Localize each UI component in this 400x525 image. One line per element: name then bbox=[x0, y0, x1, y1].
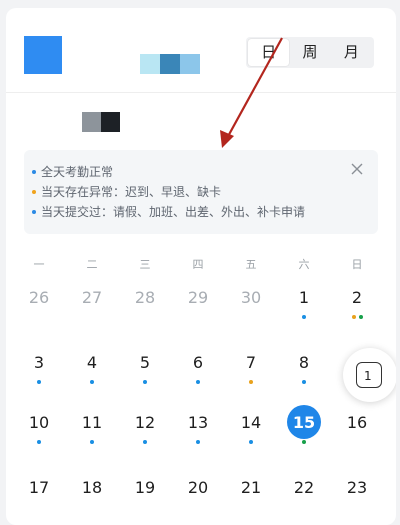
calendar-day-today[interactable]: 15 bbox=[284, 413, 324, 432]
calendar-day[interactable]: 21 bbox=[231, 478, 271, 497]
calendar-day[interactable]: 13 bbox=[178, 413, 218, 432]
calendar-day[interactable]: 5 bbox=[125, 353, 165, 372]
calendar-day[interactable]: 3 bbox=[19, 353, 59, 372]
calendar-day[interactable]: 17 bbox=[19, 478, 59, 497]
attendance-status-dot bbox=[196, 440, 200, 444]
attendance-status-dot bbox=[302, 315, 306, 319]
header-divider bbox=[6, 92, 396, 93]
calendar-day[interactable]: 7 bbox=[231, 353, 271, 372]
attendance-status-dot bbox=[90, 380, 94, 384]
calendar-day[interactable]: 2 bbox=[337, 288, 377, 307]
calendar-day[interactable]: 4 bbox=[72, 353, 112, 372]
calendar-day[interactable]: 10 bbox=[19, 413, 59, 432]
attendance-status-dot bbox=[302, 380, 306, 384]
attendance-status-dot bbox=[90, 440, 94, 444]
legend-text: 全天考勤正常 bbox=[41, 165, 114, 179]
attendance-status-dot bbox=[143, 380, 147, 384]
calendar-day[interactable]: 26 bbox=[19, 288, 59, 307]
view-month-button[interactable]: 月 bbox=[331, 39, 372, 66]
attendance-card: 日 周 月 全天考勤正常 当天存在异常：迟到、早退、缺卡 当天提交过：请假、加班… bbox=[6, 8, 396, 525]
calendar-day[interactable]: 18 bbox=[72, 478, 112, 497]
legend-text: 当天存在异常：迟到、早退、缺卡 bbox=[41, 185, 222, 199]
calendar-jump-icon: 1 bbox=[356, 362, 382, 388]
calendar-day[interactable]: 6 bbox=[178, 353, 218, 372]
calendar-day[interactable]: 16 bbox=[337, 413, 377, 432]
legend-item-submitted: 当天提交过：请假、加班、出差、外出、补卡申请 bbox=[32, 203, 305, 220]
weekday-label: 六 bbox=[298, 258, 310, 271]
weekday-label: 五 bbox=[245, 258, 257, 271]
calendar-day[interactable]: 20 bbox=[178, 478, 218, 497]
legend-dot bbox=[32, 169, 36, 174]
attendance-status-dot bbox=[196, 380, 200, 384]
attendance-status-dot bbox=[37, 440, 41, 444]
attendance-status-dot bbox=[37, 380, 41, 384]
calendar-day[interactable]: 11 bbox=[72, 413, 112, 432]
redacted-name bbox=[140, 54, 200, 74]
calendar-day[interactable]: 8 bbox=[284, 353, 324, 372]
legend-dot bbox=[32, 189, 36, 194]
legend-item-normal: 全天考勤正常 bbox=[32, 163, 113, 180]
weekday-label: 日 bbox=[351, 258, 363, 271]
calendar-day[interactable]: 27 bbox=[72, 288, 112, 307]
close-icon[interactable] bbox=[350, 161, 364, 175]
weekday-label: 二 bbox=[86, 258, 98, 271]
attendance-status-dot bbox=[302, 440, 306, 444]
calendar-day[interactable]: 14 bbox=[231, 413, 271, 432]
weekday-label: 一 bbox=[33, 258, 45, 271]
avatar bbox=[24, 36, 62, 74]
attendance-status-dot bbox=[249, 380, 253, 384]
calendar-day[interactable]: 22 bbox=[284, 478, 324, 497]
calendar-day[interactable]: 1 bbox=[284, 288, 324, 307]
calendar-day[interactable]: 29 bbox=[178, 288, 218, 307]
calendar-day[interactable]: 30 bbox=[231, 288, 271, 307]
attendance-status-dot bbox=[249, 440, 253, 444]
status-legend: 全天考勤正常 当天存在异常：迟到、早退、缺卡 当天提交过：请假、加班、出差、外出… bbox=[24, 150, 378, 234]
attendance-status-dot bbox=[358, 315, 363, 319]
calendar-jump-button[interactable]: 1 bbox=[343, 348, 396, 402]
legend-dot bbox=[32, 209, 36, 214]
calendar-day[interactable]: 12 bbox=[125, 413, 165, 432]
weekday-label: 四 bbox=[192, 258, 204, 271]
legend-text: 当天提交过：请假、加班、出差、外出、补卡申请 bbox=[41, 205, 306, 219]
legend-item-abnormal: 当天存在异常：迟到、早退、缺卡 bbox=[32, 183, 221, 200]
calendar-day[interactable]: 28 bbox=[125, 288, 165, 307]
view-switcher: 日 周 月 bbox=[246, 37, 374, 68]
calendar-day[interactable]: 23 bbox=[337, 478, 377, 497]
calendar-day[interactable]: 19 bbox=[125, 478, 165, 497]
weekday-label: 三 bbox=[139, 258, 151, 271]
attendance-status-dot bbox=[143, 440, 147, 444]
view-day-button[interactable]: 日 bbox=[248, 39, 290, 66]
view-week-button[interactable]: 周 bbox=[289, 39, 330, 66]
redacted-info bbox=[82, 112, 120, 132]
attendance-status-dot bbox=[351, 315, 356, 319]
